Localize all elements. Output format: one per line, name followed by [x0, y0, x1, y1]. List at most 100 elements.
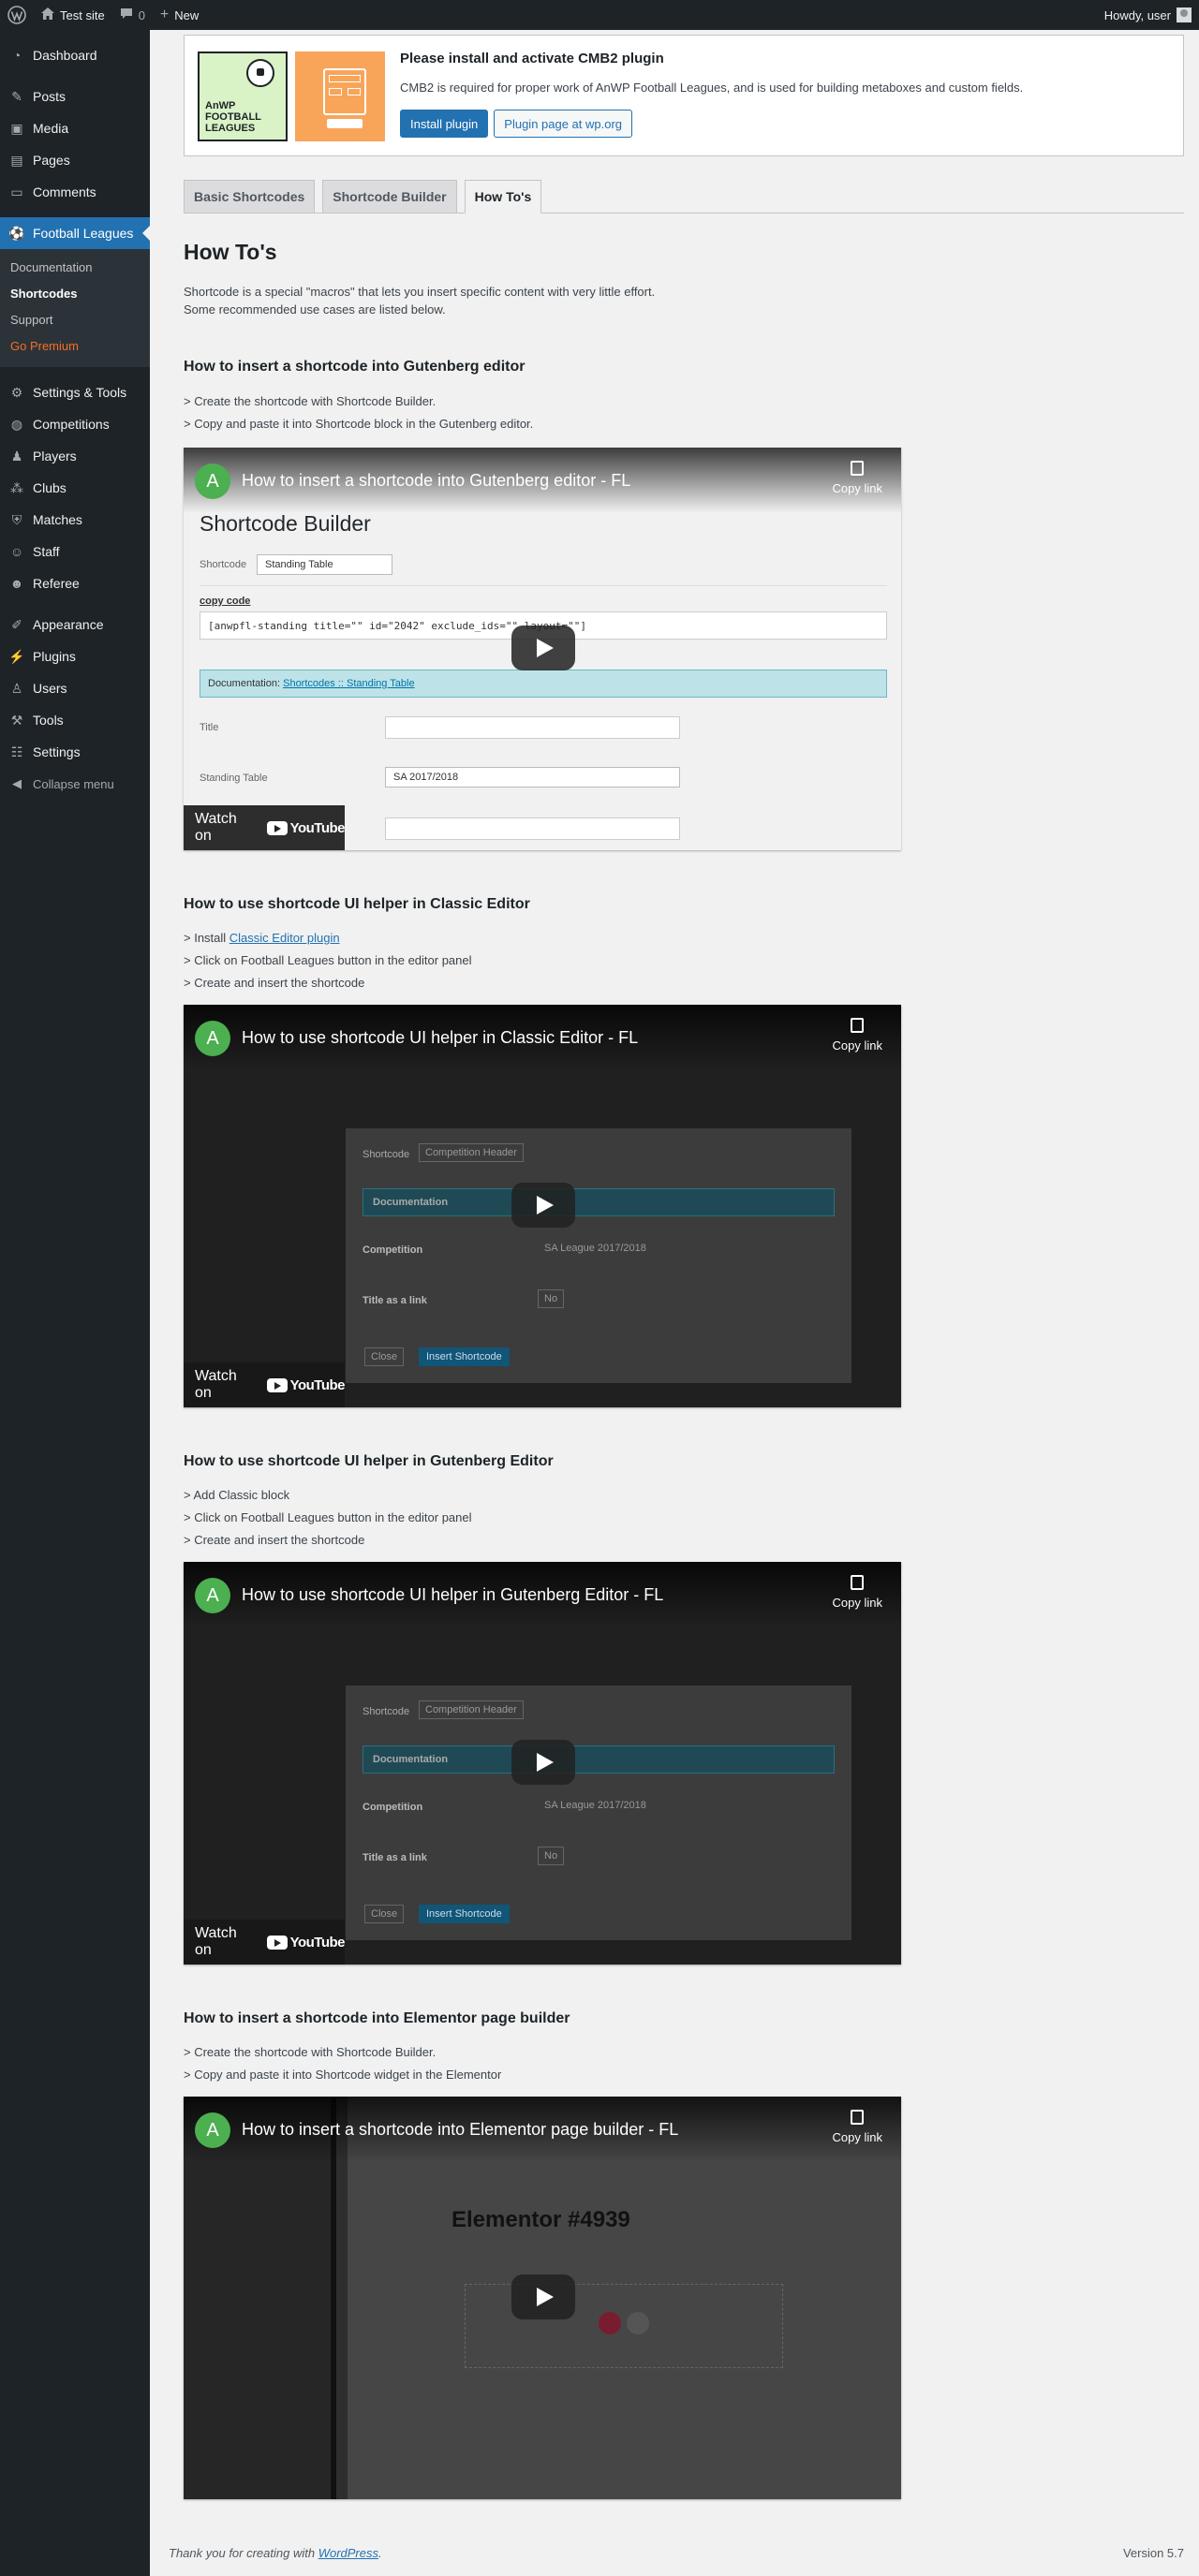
video-title[interactable]: How to use shortcode UI helper in Classi… — [242, 1028, 638, 1048]
tab-shortcode-builder[interactable]: Shortcode Builder — [322, 180, 457, 213]
step: > Click on Football Leagues button in th… — [184, 953, 472, 967]
menu-tools[interactable]: ⚒ Tools — [0, 704, 150, 736]
pin-icon: ✎ — [11, 88, 22, 104]
watch-on-youtube-button[interactable]: Watch on YouTube — [184, 1362, 346, 1407]
wordpress-link[interactable]: WordPress — [318, 2546, 378, 2560]
tabs: Basic Shortcodes Shortcode Builder How T… — [184, 180, 1184, 213]
copy-link-button[interactable]: Copy link — [833, 2110, 882, 2144]
watch-on-youtube-button[interactable]: Watch on YouTube — [184, 805, 346, 850]
video-player[interactable]: Elementor #4939 A How to insert a shortc… — [184, 2097, 901, 2499]
copy-link-button[interactable]: Copy link — [833, 461, 882, 495]
tab-basic-shortcodes[interactable]: Basic Shortcodes — [184, 180, 316, 213]
menu-comments[interactable]: ▭ Comments — [0, 176, 150, 208]
video-title[interactable]: How to insert a shortcode into Gutenberg… — [242, 471, 630, 491]
menu-plugins[interactable]: ⚡ Plugins — [0, 640, 150, 672]
media-icon: ▣ — [10, 120, 23, 136]
menu-appearance[interactable]: ✐ Appearance — [0, 609, 150, 640]
video-title[interactable]: How to use shortcode UI helper in Gutenb… — [242, 1585, 663, 1605]
pages-icon: ▤ — [10, 152, 23, 168]
account-menu[interactable]: Howdy, user — [1097, 0, 1199, 30]
notice-text: CMB2 is required for proper work of AnWP… — [400, 81, 1024, 95]
install-plugin-button[interactable]: Install plugin — [400, 110, 489, 138]
youtube-logo-icon: YouTube — [266, 1377, 346, 1393]
plugin-page-button[interactable]: Plugin page at wp.org — [494, 110, 633, 138]
submenu-shortcodes[interactable]: Shortcodes — [0, 282, 150, 308]
menu-pages[interactable]: ▤ Pages — [0, 144, 150, 176]
form-builder-logo — [295, 52, 385, 141]
menu-staff[interactable]: ☺ Staff — [0, 536, 150, 567]
menu-football-leagues[interactable]: ⚽ Football Leagues — [0, 217, 150, 249]
menu-clubs[interactable]: ⁂ Clubs — [0, 472, 150, 504]
new-content-link[interactable]: + New — [153, 0, 206, 30]
menu-players[interactable]: ♟ Players — [0, 440, 150, 472]
comments-count: 0 — [138, 7, 145, 22]
globe-icon: ◍ — [10, 416, 23, 432]
new-label: New — [174, 7, 200, 22]
step: > Copy and paste it into Shortcode block… — [184, 417, 534, 431]
soccer-ball-icon — [246, 59, 274, 87]
gear-icon: ⚙ — [10, 384, 23, 400]
watch-on-youtube-button[interactable]: Watch on YouTube — [184, 1920, 346, 1965]
play-button[interactable] — [511, 1183, 575, 1228]
submenu-documentation[interactable]: Documentation — [0, 256, 150, 282]
step: > Click on Football Leagues button in th… — [184, 1510, 472, 1524]
comments-link[interactable]: 0 — [112, 0, 153, 30]
settings-icon: ☷ — [10, 743, 23, 759]
menu-posts[interactable]: ✎ Posts — [0, 81, 150, 112]
step: > Copy and paste it into Shortcode widge… — [184, 2068, 502, 2082]
channel-avatar[interactable]: A — [195, 464, 230, 499]
youtube-logo-icon: YouTube — [266, 820, 346, 836]
football-leagues-submenu: Documentation Shortcodes Support Go Prem… — [0, 249, 150, 367]
page-title: How To's — [184, 240, 277, 264]
step: > Install Classic Editor plugin — [184, 931, 340, 945]
brush-icon: ✐ — [11, 616, 22, 632]
wordpress-logo-icon[interactable] — [0, 0, 34, 30]
collapse-arrow-icon: ◀ — [12, 776, 22, 790]
home-icon — [41, 7, 54, 22]
dashboard-icon: ◔ — [12, 48, 22, 63]
play-button[interactable] — [511, 626, 575, 670]
comment-bubble-icon — [120, 7, 133, 22]
submenu-support[interactable]: Support — [0, 308, 150, 334]
section-heading: How to insert a shortcode into Gutenberg… — [184, 359, 525, 375]
submenu-go-premium[interactable]: Go Premium — [0, 334, 150, 361]
step: > Create and insert the shortcode — [184, 976, 365, 990]
plugin-icon: ⚡ — [8, 648, 25, 664]
youtube-logo-icon: YouTube — [266, 1935, 346, 1950]
intro-text: Shortcode is a special "macros" that let… — [184, 285, 656, 316]
collapse-menu-button[interactable]: ◀ Collapse menu — [0, 768, 150, 800]
copy-icon — [851, 1018, 865, 1033]
notice-title: Please install and activate CMB2 plugin — [400, 51, 664, 66]
copy-link-button[interactable]: Copy link — [833, 1018, 882, 1052]
channel-avatar[interactable]: A — [195, 2112, 230, 2148]
video-player[interactable]: Shortcode Builder Shortcode Standing Tab… — [184, 448, 901, 850]
menu-settings[interactable]: ☷ Settings — [0, 736, 150, 768]
step: > Add Classic block — [184, 1488, 290, 1502]
video-player[interactable]: Shortcode Competition Header Documentati… — [184, 1005, 901, 1407]
section-heading: How to use shortcode UI helper in Gutenb… — [184, 1453, 554, 1469]
menu-users[interactable]: ♙ Users — [0, 672, 150, 704]
play-button[interactable] — [511, 1740, 575, 1785]
play-button[interactable] — [511, 2274, 575, 2319]
tab-how-tos[interactable]: How To's — [464, 180, 542, 213]
menu-settings-tools[interactable]: ⚙ Settings & Tools — [0, 376, 150, 408]
menu-media[interactable]: ▣ Media — [0, 112, 150, 144]
football-leagues-logo: AnWP FOOTBALL LEAGUES — [198, 52, 288, 141]
channel-avatar[interactable]: A — [195, 1578, 230, 1613]
menu-competitions[interactable]: ◍ Competitions — [0, 408, 150, 440]
groups-icon: ⁂ — [10, 479, 23, 495]
channel-avatar[interactable]: A — [195, 1021, 230, 1056]
site-name-link[interactable]: Test site — [34, 0, 112, 30]
copy-link-button[interactable]: Copy link — [833, 1575, 882, 1610]
section-heading: How to use shortcode UI helper in Classi… — [184, 896, 530, 912]
video-player[interactable]: Shortcode Competition Header Documentati… — [184, 1562, 901, 1965]
menu-referee[interactable]: ☻ Referee — [0, 567, 150, 599]
video-title[interactable]: How to insert a shortcode into Elementor… — [242, 2120, 678, 2140]
menu-matches[interactable]: ⛨ Matches — [0, 504, 150, 536]
shield-icon: ⛨ — [11, 511, 22, 527]
classic-editor-plugin-link[interactable]: Classic Editor plugin — [229, 931, 340, 945]
copy-icon — [851, 461, 865, 476]
admin-bar: Test site 0 + New Howdy, user — [0, 0, 1199, 30]
user-icon: ♙ — [10, 680, 23, 696]
menu-dashboard[interactable]: ◔ Dashboard — [0, 39, 150, 71]
